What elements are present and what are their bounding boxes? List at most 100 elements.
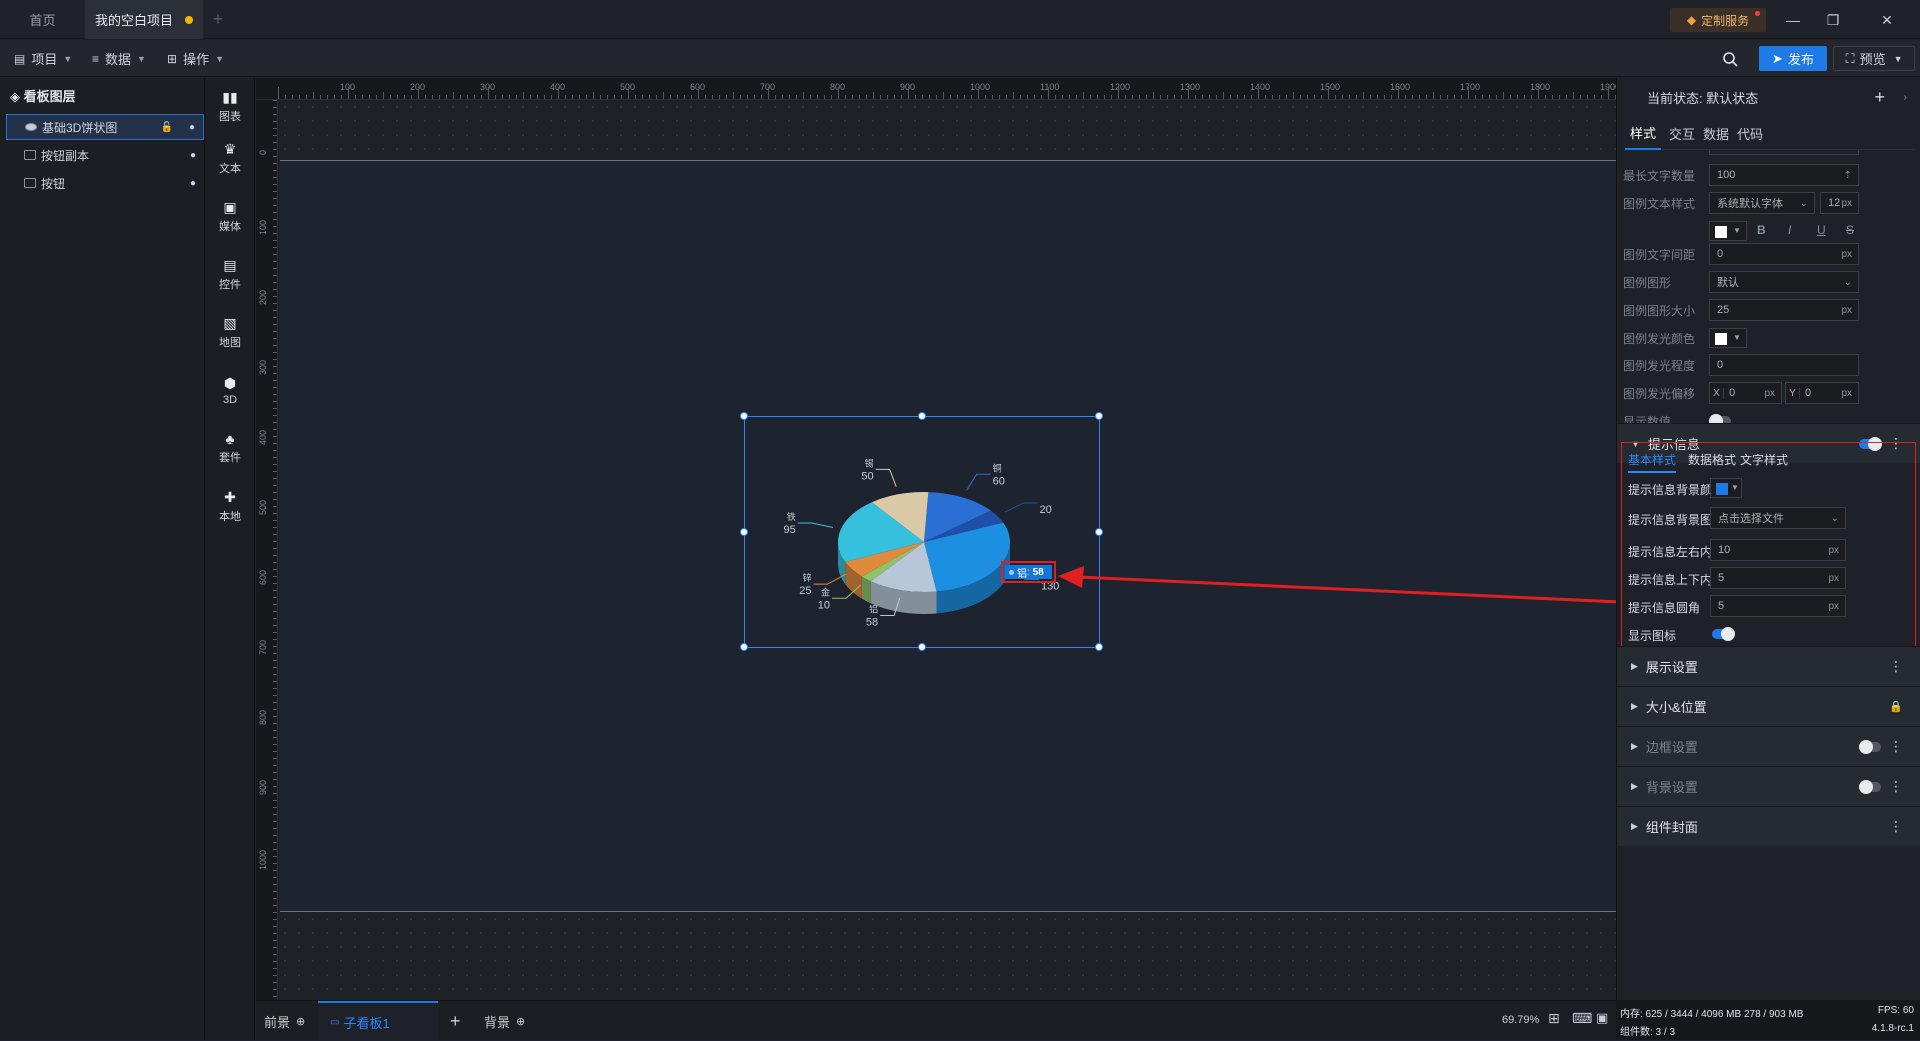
tip-bg-color-picker[interactable]: ▼ [1710,478,1742,498]
more-icon[interactable]: ⋮ [1889,658,1903,675]
more-icon[interactable]: ⋮ [1889,818,1903,835]
tab-background[interactable]: 背景 ⊕ [484,1001,525,1041]
section-background[interactable]: ▶ 背景设置 ⋮ [1617,766,1920,806]
tab-interaction-label: 交互 [1669,126,1696,142]
section-size-position[interactable]: ▶ 大小&位置 🔒 [1617,686,1920,726]
offset-unit: px [1764,387,1775,399]
legend-spacing-value: 0 [1717,248,1724,260]
bottom-bar: 前景 ⊕ ▭ 子看板1 + 背景 ⊕ [256,1000,1616,1041]
tab-subboard[interactable]: ▭ 子看板1 [318,1001,438,1041]
max-text-label: 最长文字数量 [1623,169,1696,183]
max-text-input[interactable]: 100 ⇡ [1709,164,1859,186]
tab-foreground[interactable]: 前景 ⊕ [264,1001,305,1041]
row-show-icon: 显示图标 [1622,619,1917,649]
tip-bg-image-value: 点击选择文件 [1718,513,1784,525]
tab-data-label: 数据 [1703,126,1730,142]
background-toggle[interactable] [1859,780,1881,794]
legend-shape-size-input[interactable]: 25 px [1709,299,1859,321]
tab-text-style[interactable]: 文字样式 [1740,451,1788,473]
tab-interaction[interactable]: 交互 [1669,116,1695,150]
color-swatch [1715,333,1727,345]
caret-right-icon: ▶ [1631,781,1638,791]
tab-subboard-label: 子看板1 [343,1015,390,1031]
plus-circle-icon[interactable]: ⊕ [516,1015,525,1028]
zoom-level[interactable]: 69.79% [1502,1014,1539,1026]
tip-bg-image-select[interactable]: 点击选择文件 ⌄ [1710,507,1846,529]
row-legend-spacing: 图例文字间距 0 px [1617,240,1920,268]
legend-spacing-input[interactable]: 0 px [1709,243,1859,265]
terminal-icon[interactable]: ▣ [1596,1010,1608,1026]
underline-button[interactable]: U [1817,223,1826,237]
italic-button[interactable]: I [1788,223,1791,237]
row-legend-glow-offset: 图例发光偏移 X 0 px Y 0 px [1617,379,1920,407]
font-select[interactable]: 系统默认字体 ⌄ [1709,192,1815,214]
chevron-down-icon: ▼ [1733,226,1741,235]
glow-color-picker[interactable]: ▼ [1709,328,1747,348]
legend-shape-value: 默认 [1717,277,1739,289]
section-border[interactable]: ▶ 边框设置 ⋮ [1617,726,1920,766]
fps-status: FPS: 60 [1877,1005,1914,1016]
row-max-text: 最长文字数量 100 ⇡ [1617,161,1920,189]
toggle-knob [1721,627,1735,641]
add-state-icon[interactable]: + [1874,87,1885,108]
legend-shape-select[interactable]: 默认 ⌄ [1709,271,1859,293]
tip-pad-lr-unit: px [1828,544,1839,556]
section-cover[interactable]: ▶ 组件封面 ⋮ [1617,806,1920,846]
glow-offset-y-input[interactable]: Y 0 px [1785,382,1859,404]
legend-shape-size-label: 图例图形大小 [1623,304,1696,318]
add-subboard-button[interactable]: + [450,1001,461,1041]
border-toggle[interactable] [1859,740,1881,754]
legend-spacing-unit: px [1841,248,1852,260]
legend-glow-offset-label: 图例发光偏移 [1623,387,1696,401]
lock-icon[interactable]: 🔒 [1889,700,1903,713]
glow-level-input[interactable]: 0 [1709,354,1859,376]
row-tip-bg-image: 提示信息背景图片 点击选择文件 ⌄ [1622,503,1917,533]
show-icon-toggle[interactable] [1712,627,1735,641]
tip-pad-lr-value: 10 [1718,544,1731,556]
chevron-down-icon: ⌄ [1799,197,1808,209]
keyboard-icon[interactable]: ⌨ [1572,1010,1592,1027]
version-label: 4.1.8-rc.1 [1871,1023,1914,1034]
chevron-right-icon[interactable]: › [1904,92,1907,103]
legend-shape-size-unit: px [1841,304,1852,316]
tip-pad-tb-value: 5 [1718,572,1725,584]
toggle-knob [1859,740,1873,754]
show-icon-label: 显示图标 [1628,629,1677,643]
stepper-up-icon[interactable]: ⇡ [1844,170,1852,181]
tip-pad-lr-input[interactable]: 10 px [1710,539,1846,561]
tab-data-format[interactable]: 数据格式 [1688,451,1736,473]
bold-button[interactable]: B [1757,223,1766,237]
legend-shape-size-value: 25 [1717,304,1730,316]
panel-tabs: 样式 交互 数据 代码 [1625,116,1915,150]
legend-text-style-label: 图例文本样式 [1623,197,1696,211]
status-bar: 内存: 625 / 3444 / 4096 MB 278 / 903 MB FP… [1616,1000,1920,1040]
tab-data[interactable]: 数据 [1703,116,1729,150]
more-icon[interactable]: ⋮ [1889,738,1903,755]
legend-glow-color-label: 图例发光颜色 [1623,332,1696,346]
section-display-label: 展示设置 [1645,660,1698,675]
strikethrough-button[interactable]: S [1846,223,1854,237]
max-text-value: 100 [1717,169,1736,181]
tip-pad-tb-input[interactable]: 5 px [1710,567,1846,589]
tab-text-style-label: 文字样式 [1740,453,1789,467]
zoom-value: 69.79% [1502,1014,1540,1026]
tab-code[interactable]: 代码 [1737,116,1763,150]
text-color-picker[interactable]: ▼ [1709,221,1747,241]
tab-foreground-label: 前景 [264,1014,291,1030]
more-icon[interactable]: ⋮ [1889,778,1903,795]
tab-code-label: 代码 [1737,126,1764,142]
fit-screen-icon[interactable]: ⊞ [1548,1010,1560,1027]
state-label: 当前状态: 默认状态 [1647,90,1759,106]
font-size-input[interactable]: 12 px [1820,192,1859,214]
tab-data-format-label: 数据格式 [1688,453,1737,467]
plus-icon: + [450,1010,461,1031]
tab-basic-style[interactable]: 基本样式 [1628,451,1677,473]
tip-radius-input[interactable]: 5 px [1710,595,1846,617]
row-legend-shape-size: 图例图形大小 25 px [1617,296,1920,324]
section-display[interactable]: ▶ 展示设置 ⋮ [1617,646,1920,686]
glow-level-value: 0 [1717,359,1724,371]
tab-style[interactable]: 样式 [1625,116,1661,150]
plus-circle-icon[interactable]: ⊕ [296,1015,305,1028]
glow-offset-x-input[interactable]: X 0 px [1709,382,1782,404]
caret-right-icon: ▶ [1631,741,1638,751]
